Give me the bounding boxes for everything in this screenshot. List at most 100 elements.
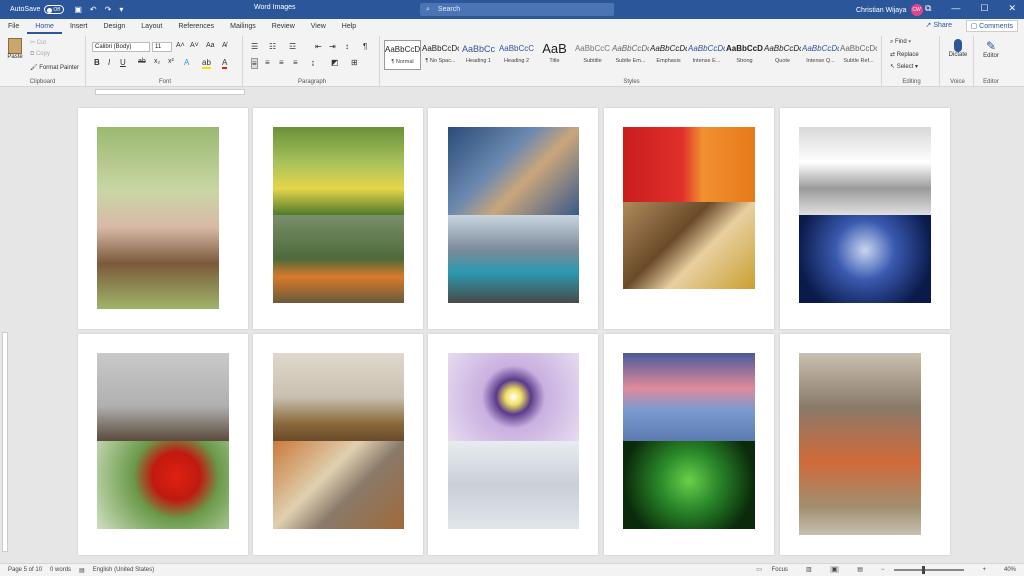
search-input[interactable]: Search: [438, 6, 460, 13]
style-quote[interactable]: AaBbCcDc Quote: [764, 40, 801, 70]
highlight-icon[interactable]: ab: [202, 58, 211, 69]
user-account[interactable]: Christian Wijaya CW: [856, 4, 923, 16]
tab-file[interactable]: File: [0, 19, 27, 34]
photo-tulip-fields[interactable]: [623, 127, 755, 202]
text-effects-icon[interactable]: A: [184, 58, 189, 67]
decrease-indent-icon[interactable]: ⇤: [315, 42, 322, 51]
document-page[interactable]: [604, 108, 774, 329]
shrink-font-icon[interactable]: A˅: [190, 42, 199, 49]
tab-mailings[interactable]: Mailings: [222, 19, 264, 34]
style-strong[interactable]: AaBbCcDc Strong: [726, 40, 763, 70]
photo-eagle[interactable]: [623, 202, 755, 289]
multilevel-list-icon[interactable]: ☲: [289, 42, 296, 51]
photo-woman-snow[interactable]: [448, 441, 579, 529]
style-heading-2[interactable]: AaBbCcC Heading 2: [498, 40, 535, 70]
paste-button[interactable]: Paste: [6, 38, 24, 64]
photo-poppy[interactable]: [97, 441, 229, 529]
search-box[interactable]: ⌕ Search: [420, 3, 614, 16]
photo-woman-cathedral[interactable]: [799, 353, 921, 535]
photo-woman-field[interactable]: [273, 215, 404, 303]
bullets-icon[interactable]: ☰: [251, 42, 258, 51]
style-subtitle[interactable]: AaBbCcC Subtitle: [574, 40, 611, 70]
tab-home[interactable]: Home: [27, 19, 62, 34]
style-subtle-reference[interactable]: AaBbCcDc Subtle Ref...: [840, 40, 877, 70]
comments-button[interactable]: ▢ Comments: [965, 20, 1018, 32]
photo-goslings[interactable]: [273, 353, 404, 441]
style-subtle-emphasis[interactable]: AaBbCcDc Subtle Em...: [612, 40, 649, 70]
photo-architecture[interactable]: [448, 127, 579, 215]
change-case-icon[interactable]: Aa: [206, 42, 215, 49]
zoom-slider[interactable]: [894, 565, 965, 574]
photo-sugar-cubes[interactable]: [799, 127, 931, 215]
document-page[interactable]: [253, 108, 423, 329]
focus-button[interactable]: ▭ Focus: [756, 566, 788, 573]
style-normal[interactable]: AaBbCcDc ¶ Normal: [384, 40, 421, 70]
format-painter-button[interactable]: 🖌 Format Painter: [30, 64, 79, 71]
proofing-icon[interactable]: ▤: [79, 567, 85, 574]
tab-design[interactable]: Design: [95, 19, 133, 34]
maximize-icon[interactable]: ☐: [980, 3, 988, 14]
style-no-spacing[interactable]: AaBbCcDc ¶ No Spac...: [422, 40, 459, 70]
style-title[interactable]: AaB Title: [536, 40, 573, 70]
photo-sunset-lake[interactable]: [623, 353, 755, 441]
align-right-icon[interactable]: ≡: [279, 58, 284, 67]
print-layout-icon[interactable]: ▣: [829, 566, 840, 573]
italic-icon[interactable]: I: [108, 58, 110, 67]
minimize-icon[interactable]: —: [951, 3, 960, 14]
select-button[interactable]: ↖ Select ▾: [890, 63, 918, 70]
tab-view[interactable]: View: [303, 19, 334, 34]
dictate-button[interactable]: Dictate: [945, 39, 971, 58]
align-center-icon[interactable]: ≡: [265, 58, 270, 67]
cut-button[interactable]: ✂ Cut: [30, 39, 46, 46]
increase-indent-icon[interactable]: ⇥: [329, 42, 336, 51]
photo-big-ben[interactable]: [97, 353, 229, 441]
borders-icon[interactable]: ⊞: [351, 58, 358, 67]
tab-layout[interactable]: Layout: [133, 19, 170, 34]
read-mode-icon[interactable]: ▥: [806, 566, 812, 573]
document-page[interactable]: [604, 334, 774, 555]
tab-help[interactable]: Help: [334, 19, 364, 34]
replace-button[interactable]: ⇄ Replace: [890, 51, 919, 58]
style-intense-emphasis[interactable]: AaBbCcDc Intense E...: [688, 40, 725, 70]
customize-qat-icon[interactable]: ▾: [119, 5, 123, 14]
tab-references[interactable]: References: [170, 19, 222, 34]
superscript-icon[interactable]: x²: [168, 58, 174, 65]
align-left-icon[interactable]: ≡: [251, 58, 258, 69]
style-intense-quote[interactable]: AaBbCcDc Intense Q...: [802, 40, 839, 70]
redo-icon[interactable]: ↷: [105, 5, 112, 14]
numbering-icon[interactable]: ☷: [269, 42, 276, 51]
ruler-bar[interactable]: [95, 89, 245, 95]
undo-icon[interactable]: ↶: [90, 5, 97, 14]
photo-woman-smoke[interactable]: [799, 215, 931, 303]
autosave[interactable]: AutoSave Off: [10, 5, 65, 14]
line-spacing-icon[interactable]: ↨: [311, 58, 315, 67]
font-name-select[interactable]: Calibri (Body): [92, 42, 150, 52]
photo-sports-car[interactable]: [448, 215, 579, 303]
autosave-toggle[interactable]: Off: [44, 5, 65, 14]
shading-icon[interactable]: ◩: [331, 58, 339, 67]
font-size-select[interactable]: 11: [152, 42, 172, 52]
document-page[interactable]: [780, 108, 950, 329]
share-button[interactable]: ↗ Share: [926, 21, 953, 29]
web-layout-icon[interactable]: ▤: [857, 566, 863, 573]
subscript-icon[interactable]: x₂: [154, 58, 160, 65]
grow-font-icon[interactable]: A˄: [176, 42, 185, 49]
tab-insert[interactable]: Insert: [62, 19, 96, 34]
avatar[interactable]: CW: [910, 4, 923, 16]
photo-girl-reading[interactable]: [97, 127, 219, 309]
document-page[interactable]: [78, 334, 248, 555]
language[interactable]: English (United States): [93, 567, 154, 573]
bold-icon[interactable]: B: [94, 58, 100, 67]
justify-icon[interactable]: ≡: [293, 58, 298, 67]
word-count[interactable]: 0 words: [50, 567, 71, 573]
photo-chameleon[interactable]: [623, 441, 755, 529]
photo-cat[interactable]: [273, 441, 404, 529]
close-icon[interactable]: ✕: [1008, 3, 1016, 14]
show-formatting-icon[interactable]: ¶: [363, 42, 367, 51]
document-page[interactable]: [78, 108, 248, 329]
zoom-in-icon[interactable]: +: [982, 567, 986, 573]
copy-button[interactable]: ⧉ Copy: [30, 51, 50, 58]
zoom-out-icon[interactable]: −: [881, 567, 885, 573]
document-page[interactable]: [253, 334, 423, 555]
ribbon-display-icon[interactable]: ⧉: [925, 3, 931, 14]
